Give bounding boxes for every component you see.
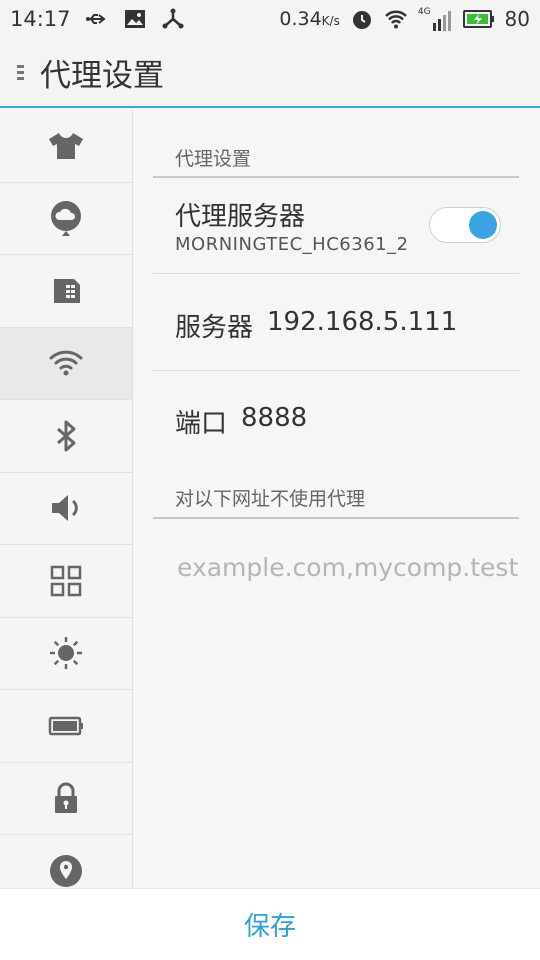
sidebar-item-security[interactable] xyxy=(0,763,132,835)
bottom-action-bar: 保存 xyxy=(0,888,540,960)
port-value: 8888 xyxy=(241,403,308,433)
save-button[interactable]: 保存 xyxy=(244,906,296,943)
sidebar-item-location[interactable] xyxy=(0,835,132,888)
sidebar-item-battery[interactable] xyxy=(0,690,132,763)
settings-sidebar xyxy=(0,110,133,888)
page-title: 代理设置 xyxy=(40,57,164,94)
location-icon xyxy=(50,854,82,887)
toggle-knob xyxy=(469,211,497,239)
sim-card-icon xyxy=(54,278,80,303)
alarm-icon xyxy=(352,11,371,29)
section-divider xyxy=(153,176,519,178)
usb-icon xyxy=(85,14,106,24)
speed-unit: K/s xyxy=(321,14,340,28)
network-type-label: 4G xyxy=(417,7,431,17)
lock-icon xyxy=(55,782,77,814)
sidebar-item-cloud[interactable] xyxy=(0,183,132,255)
server-value: 192.168.5.111 xyxy=(267,307,458,337)
bluetooth-icon xyxy=(57,420,76,452)
status-bar: 14:17 0.34K/s 4G 80 xyxy=(0,0,540,38)
sidebar-item-apps[interactable] xyxy=(0,545,132,618)
sidebar-item-wifi[interactable] xyxy=(0,327,132,400)
sidebar-item-display[interactable] xyxy=(0,618,132,690)
signal-icon xyxy=(432,11,451,31)
proxy-network-name: MORNINGTEC_HC6361_2 xyxy=(175,234,409,255)
proxy-settings-panel: 代理设置 代理服务器 MORNINGTEC_HC6361_2 服务器 192.1… xyxy=(133,110,540,888)
network-speed: 0.34K/s xyxy=(279,8,340,30)
status-time: 14:17 xyxy=(10,7,71,31)
signal-indicator: 4G xyxy=(418,7,453,31)
battery-charging-icon xyxy=(462,10,494,28)
proxy-server-label: 代理服务器 xyxy=(175,202,306,232)
brightness-icon xyxy=(50,637,82,670)
sidebar-item-sound[interactable] xyxy=(0,473,132,545)
image-icon xyxy=(124,10,145,28)
server-label: 服务器 xyxy=(175,313,254,343)
battery-icon xyxy=(48,716,83,735)
menu-button[interactable] xyxy=(0,37,40,107)
apps-grid-icon xyxy=(50,565,82,596)
server-field[interactable]: 服务器 192.168.5.111 xyxy=(175,307,457,344)
wifi-icon xyxy=(384,10,407,29)
wifi-icon xyxy=(49,350,83,376)
bypass-divider xyxy=(153,517,519,519)
section-title: 代理设置 xyxy=(175,148,252,170)
theme-shirt-icon xyxy=(49,132,83,159)
cloud-icon xyxy=(51,201,81,237)
menu-icon xyxy=(16,62,24,83)
proxy-toggle[interactable] xyxy=(429,207,501,243)
port-label: 端口 xyxy=(175,409,228,439)
row-divider xyxy=(153,273,519,274)
bypass-input[interactable]: example.com,mycomp.test xyxy=(177,553,518,582)
battery-level: 80 xyxy=(504,7,530,31)
app-header: 代理设置 xyxy=(0,38,540,108)
row-divider xyxy=(153,370,519,371)
sidebar-item-sim[interactable] xyxy=(0,255,132,328)
sidebar-item-bluetooth[interactable] xyxy=(0,400,132,473)
bypass-title: 对以下网址不使用代理 xyxy=(175,488,366,510)
share-icon xyxy=(162,8,184,29)
sidebar-item-theme[interactable] xyxy=(0,110,132,183)
port-field[interactable]: 端口 8888 xyxy=(175,403,307,440)
volume-icon xyxy=(52,495,78,522)
